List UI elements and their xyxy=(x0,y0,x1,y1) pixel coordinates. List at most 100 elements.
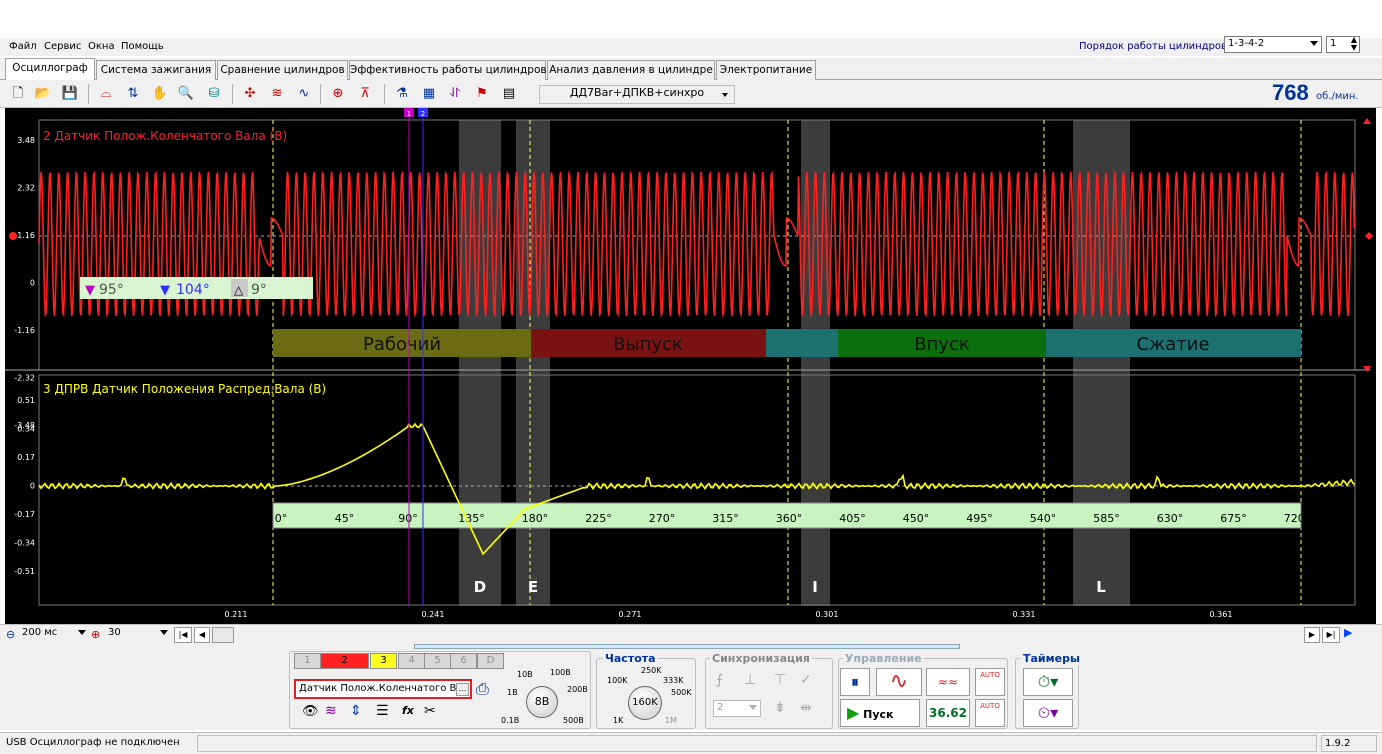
multi-wave-button[interactable]: ≈≈ xyxy=(926,668,970,696)
filter-icon[interactable]: ⚗ xyxy=(392,84,412,104)
prev-frame-button[interactable]: ◀ xyxy=(194,627,210,643)
channel-2-button[interactable]: 2 xyxy=(320,653,369,669)
sine-mode-button[interactable]: ∿ xyxy=(876,668,922,696)
vertical-offset-icon[interactable]: ⇕ xyxy=(350,703,362,719)
hand-pan-icon[interactable]: ✋ xyxy=(150,84,170,104)
preset-select[interactable]: ДД7Bar+ДПКВ+синхро xyxy=(539,85,735,104)
zoom-out-icon[interactable]: ⊖ xyxy=(6,628,15,641)
capture-value: 36.62 xyxy=(929,706,967,720)
cursor-2-label: 2 xyxy=(421,110,425,118)
channel-d-button[interactable]: D xyxy=(477,653,504,669)
tab-power-supply[interactable]: Электропитание xyxy=(716,60,816,80)
split-horizontal-icon[interactable]: ⥯ xyxy=(445,84,465,104)
timers-title: Таймеры xyxy=(1021,652,1082,665)
sync-level-icon[interactable]: ⇟ xyxy=(774,700,786,716)
save-icon[interactable]: 💾 xyxy=(60,84,80,104)
waveform-cross-icon[interactable]: ✣ xyxy=(240,84,260,104)
trigger-cursor-icon[interactable]: ⇅ xyxy=(123,84,143,104)
cylinder-order-select[interactable]: 1-3-4-2 xyxy=(1224,36,1322,53)
scroll-thumb[interactable] xyxy=(212,627,234,643)
scroll-down-icon[interactable] xyxy=(1363,366,1371,372)
scope-canvas[interactable]: Рабочий Выпуск Впуск Сжатие 0° 45° 90° 135°… xyxy=(5,108,1376,624)
frequency-knob[interactable]: 160K xyxy=(628,686,662,720)
menu-file[interactable]: Файл xyxy=(9,41,37,52)
cylinder-number-spinner[interactable]: 1 ▲ ▼ xyxy=(1326,36,1360,53)
grid-table-icon[interactable]: ▦ xyxy=(419,84,439,104)
timer-start-button[interactable]: ⏱▾ xyxy=(1023,668,1073,696)
control-panel: 1 2 3 4 5 6 D Датчик Полож.Коленчатого В… xyxy=(0,644,1382,730)
voltage-knob[interactable]: 8В xyxy=(526,686,558,718)
cursor-2-marker-icon: ▼ xyxy=(160,283,170,298)
voltage-value: 8В xyxy=(534,695,550,708)
zoom-icon[interactable]: 🔍 xyxy=(176,84,196,104)
menu-windows[interactable]: Окна xyxy=(88,41,115,52)
sync-pulse-up-icon[interactable]: ⊥ xyxy=(744,672,756,688)
sync-pulse-down-icon[interactable]: ⊤ xyxy=(774,672,786,688)
tab-cylinder-compare[interactable]: Сравнение цилиндров xyxy=(217,60,348,80)
sync-edge-icon[interactable]: ✓ xyxy=(800,672,812,688)
marker-d: D xyxy=(474,578,486,596)
scroll-up-icon[interactable] xyxy=(1363,118,1371,124)
timer-stop-button[interactable]: ⏲▾ xyxy=(1023,699,1073,727)
multi-wave-icon[interactable]: ≋ xyxy=(267,84,287,104)
phase-label-compression: Сжатие xyxy=(1136,334,1209,355)
tab-oscilloscope[interactable]: Осциллограф xyxy=(5,58,95,81)
new-file-icon[interactable]: 🗋 xyxy=(8,84,28,104)
auto-scale-icon[interactable]: ⊕ xyxy=(328,84,348,104)
zoom-in-icon[interactable]: ⊕ xyxy=(91,628,100,641)
function-icon[interactable]: fx xyxy=(402,704,414,717)
cylinder-icon[interactable]: ⛁ xyxy=(204,84,224,104)
tools-icon[interactable]: ✂ xyxy=(424,703,436,719)
degree-label: 405° xyxy=(839,512,866,525)
ac-coupling-icon[interactable]: ⌓ xyxy=(96,84,116,104)
tab-ignition[interactable]: Система зажигания xyxy=(96,60,216,80)
first-frame-button[interactable]: |◀ xyxy=(174,627,192,643)
panel-splitter[interactable] xyxy=(414,644,960,649)
zero-level-icon[interactable]: ⊼ xyxy=(355,84,375,104)
next-frame-button[interactable]: ▶ xyxy=(1304,627,1320,643)
delta-value: 9° xyxy=(251,282,267,298)
auto-play-button[interactable]: AUTO xyxy=(975,699,1005,727)
channel-5-button[interactable]: 5 xyxy=(424,653,451,669)
ch2-right-marker[interactable] xyxy=(1365,232,1373,240)
auto-button[interactable]: AUTO xyxy=(975,668,1005,696)
probe-icon[interactable]: ⎙ xyxy=(476,679,489,699)
notes-icon[interactable]: ▤ xyxy=(499,84,519,104)
timebase-select[interactable]: 200 мс xyxy=(19,626,89,643)
channel-6-button[interactable]: 6 xyxy=(450,653,477,669)
channel-1-button[interactable]: 1 xyxy=(294,653,321,669)
visibility-eye-icon[interactable]: 👁 xyxy=(302,704,319,719)
degree-label: 180° xyxy=(522,512,549,525)
ch2-y-axis: 3.482.321.160-1.16-2.32-3.48 xyxy=(14,136,35,430)
sync-channel-select[interactable]: 2 xyxy=(713,700,761,717)
freq-label-1m: 1M xyxy=(665,716,677,725)
degree-label: 450° xyxy=(903,512,930,525)
channel-3-button[interactable]: 3 xyxy=(370,653,397,669)
open-folder-icon[interactable]: 📂 xyxy=(33,84,53,104)
oscilloscope-display[interactable]: Рабочий Выпуск Впуск Сжатие 0° 45° 90° 135°… xyxy=(5,108,1376,624)
pause-button[interactable]: ⏸ xyxy=(840,668,870,696)
channel-name-browse-button[interactable]: ... xyxy=(456,683,469,696)
frame-count-select[interactable]: 30 xyxy=(105,626,171,643)
time-tick: 0.301 xyxy=(816,610,839,619)
sync-shift-icon[interactable]: ⇹ xyxy=(800,700,812,716)
tab-cylinder-efficiency[interactable]: Эффективность работы цилиндров xyxy=(349,60,547,80)
ch2-level-marker[interactable] xyxy=(9,232,17,240)
start-button[interactable]: ▶ Пуск xyxy=(840,699,920,727)
marker-flag-icon[interactable]: ⚑ xyxy=(472,84,492,104)
channel-4-button[interactable]: 4 xyxy=(398,653,425,669)
menu-service[interactable]: Сервис xyxy=(44,41,81,52)
lines-icon[interactable]: ☰ xyxy=(376,703,389,719)
tab-pressure-analysis[interactable]: Анализ давления в цилиндре xyxy=(547,60,715,80)
volt-label-200: 200В xyxy=(567,685,588,694)
time-tick: 0.241 xyxy=(422,610,445,619)
last-frame-button[interactable]: ▶| xyxy=(1322,627,1340,643)
channel-name-field[interactable]: Датчик Полож.Коленчатого Ва xyxy=(294,679,472,699)
sync-rising-icon[interactable]: ⨍ xyxy=(716,672,723,688)
menu-help[interactable]: Помощь xyxy=(121,41,164,52)
wave-compare-icon[interactable]: ∿ xyxy=(294,84,314,104)
freq-label-250k: 250K xyxy=(641,666,662,675)
ch3-y-tick: 0.34 xyxy=(17,425,35,434)
play-icon[interactable]: ▶ xyxy=(1344,626,1352,639)
signal-invert-icon[interactable]: ≋ xyxy=(325,703,337,719)
